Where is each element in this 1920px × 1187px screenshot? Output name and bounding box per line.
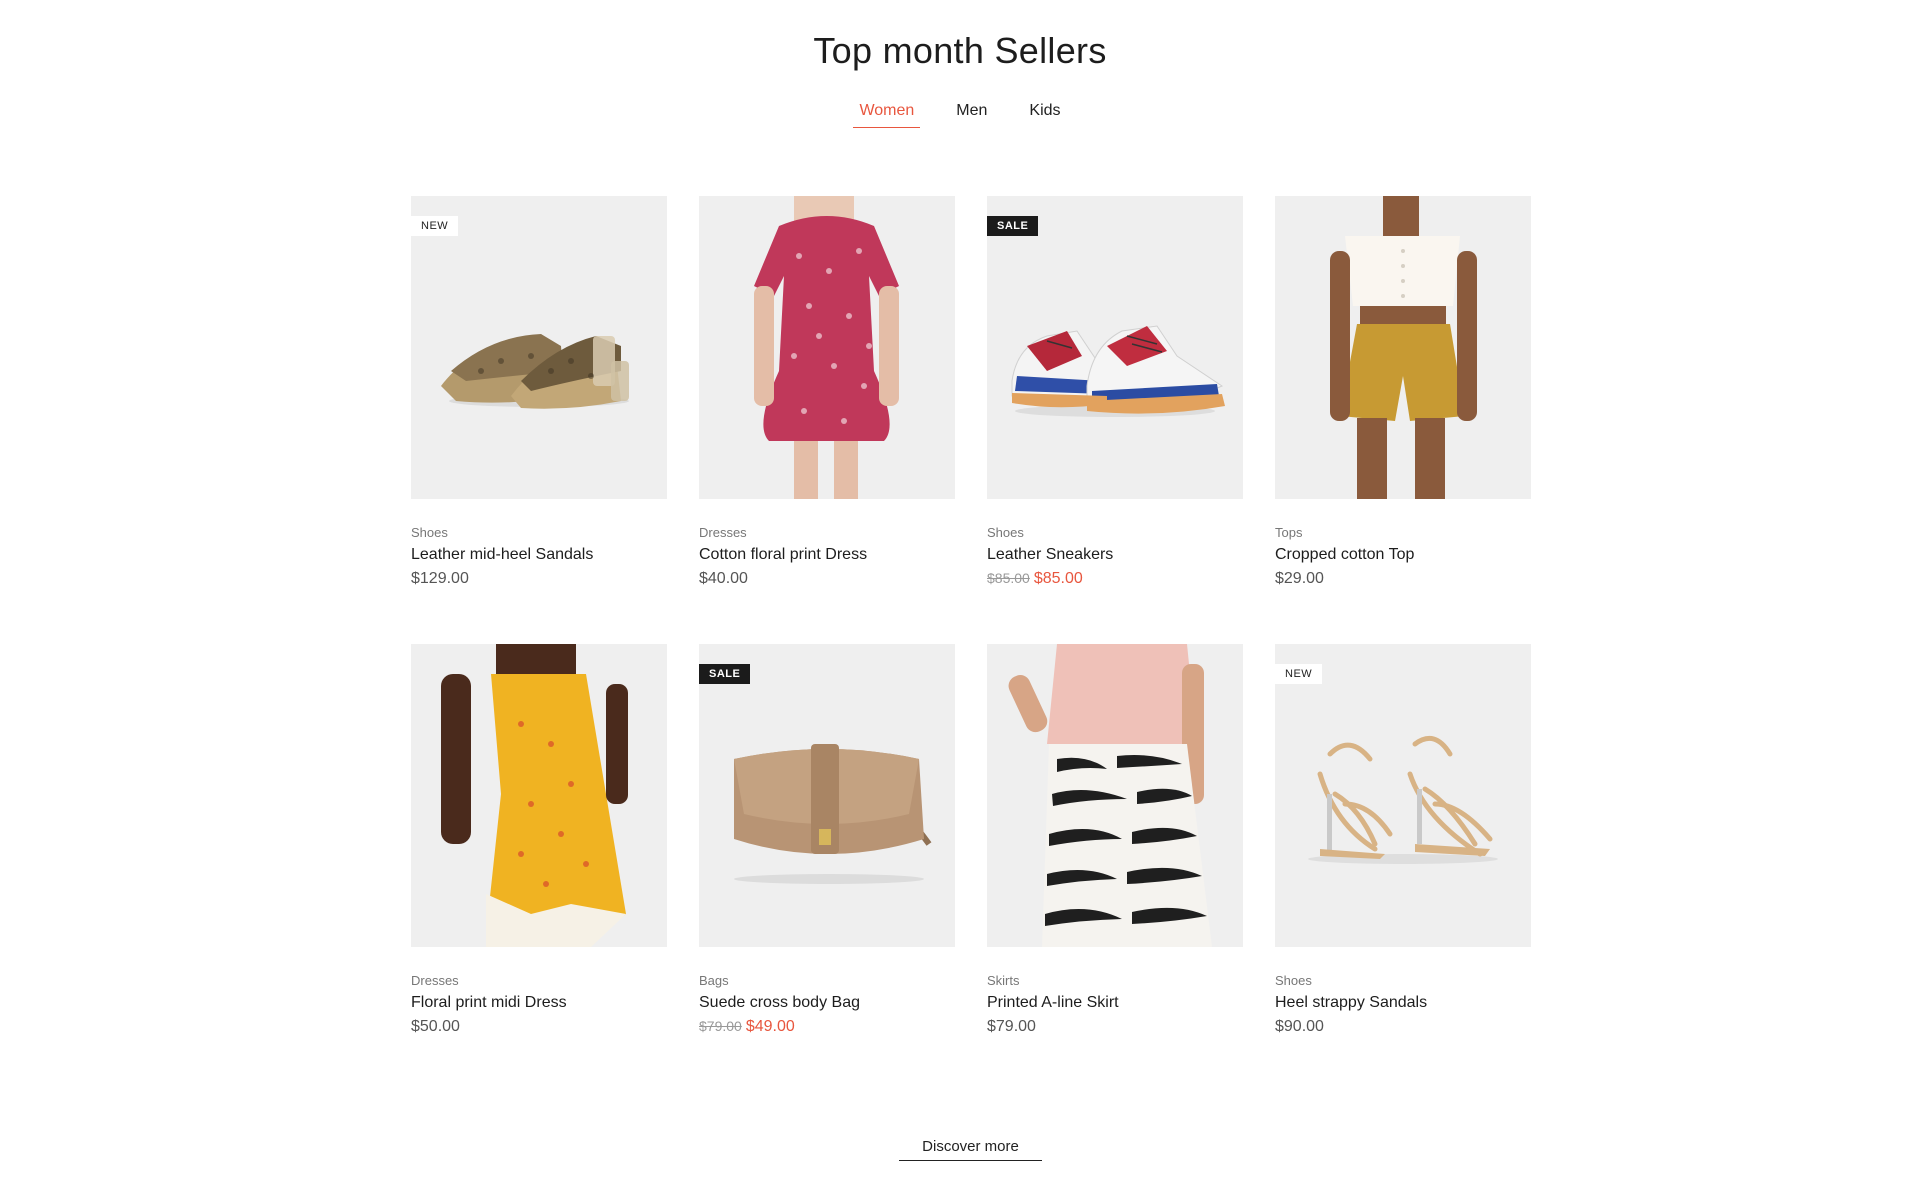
page-title: Top month Sellers — [813, 30, 1107, 71]
tab-kids[interactable]: Kids — [1023, 100, 1066, 130]
product-price: $79.00 $49.00 — [699, 1018, 955, 1036]
product-card[interactable]: Dresses Floral print midi Dress $50.00 — [411, 644, 667, 1036]
product-image[interactable]: NEW — [1275, 644, 1531, 947]
discover-more-link[interactable]: Discover more — [899, 1138, 1042, 1161]
product-name[interactable]: Cropped cotton Top — [1275, 546, 1531, 564]
product-image[interactable] — [987, 644, 1243, 947]
snakeskin-mules-image — [441, 334, 629, 409]
product-card[interactable]: SALE Bags Suede cross body Bag $79.00 $49… — [699, 644, 955, 1036]
product-category: Shoes — [1275, 973, 1312, 988]
sneakers-image — [1011, 325, 1225, 417]
strappy-sandals-image — [1308, 735, 1498, 864]
product-name[interactable]: Leather mid-heel Sandals — [411, 546, 667, 564]
product-card[interactable]: Skirts Printed A-line Skirt $79.00 — [987, 644, 1243, 1036]
product-image[interactable] — [411, 644, 667, 947]
sale-badge: SALE — [987, 216, 1039, 236]
yellow-dress-image — [441, 644, 628, 947]
product-card[interactable]: Dresses Cotton floral print Dress $40.00 — [699, 196, 955, 588]
product-image[interactable]: NEW — [411, 196, 667, 499]
product-price: $85.00 $85.00 — [987, 570, 1243, 588]
sale-price: $85.00 — [1033, 570, 1083, 587]
product-price: $90.00 — [1275, 1018, 1324, 1035]
product-category: Shoes — [987, 525, 1024, 540]
product-image[interactable]: SALE — [987, 196, 1243, 499]
zebra-skirt-image — [1008, 644, 1212, 947]
product-category: Skirts — [987, 973, 1020, 988]
crossbody-bag-image — [734, 744, 932, 884]
product-category: Dresses — [411, 973, 459, 988]
product-card[interactable]: NEW Shoes Heel strappy Sandals $90.00 — [1275, 644, 1531, 1036]
product-category: Dresses — [699, 525, 747, 540]
product-name[interactable]: Leather Sneakers — [987, 546, 1243, 564]
product-price: $79.00 — [987, 1018, 1036, 1035]
product-category: Tops — [1275, 525, 1303, 540]
product-card[interactable]: Tops Cropped cotton Top $29.00 — [1275, 196, 1531, 588]
sale-price: $49.00 — [745, 1018, 795, 1035]
product-grid: NEW Shoes Leather mid-heel Sandals $129.… — [411, 196, 1533, 1036]
sale-badge: SALE — [699, 664, 751, 684]
product-name[interactable]: Floral print midi Dress — [411, 994, 667, 1012]
product-name[interactable]: Printed A-line Skirt — [987, 994, 1243, 1012]
category-tabs: Women Men Kids — [0, 100, 1920, 130]
product-price: $29.00 — [1275, 570, 1324, 587]
old-price: $85.00 — [987, 570, 1030, 586]
product-name[interactable]: Cotton floral print Dress — [699, 546, 955, 564]
floral-dress-image — [754, 196, 899, 499]
new-badge: NEW — [1275, 664, 1323, 684]
product-image[interactable] — [699, 196, 955, 499]
cropped-top-image — [1330, 196, 1477, 499]
product-price: $50.00 — [411, 1018, 460, 1035]
product-image[interactable] — [1275, 196, 1531, 499]
product-name[interactable]: Suede cross body Bag — [699, 994, 955, 1012]
product-price: $40.00 — [699, 570, 748, 587]
product-price: $129.00 — [411, 570, 469, 587]
old-price: $79.00 — [699, 1018, 742, 1034]
product-category: Bags — [699, 973, 729, 988]
product-image[interactable]: SALE — [699, 644, 955, 947]
tab-men[interactable]: Men — [950, 100, 993, 130]
product-name[interactable]: Heel strappy Sandals — [1275, 994, 1531, 1012]
product-category: Shoes — [411, 525, 448, 540]
product-card[interactable]: NEW Shoes Leather mid-heel Sandals $129.… — [411, 196, 667, 588]
tab-women[interactable]: Women — [853, 100, 921, 130]
new-badge: NEW — [411, 216, 459, 236]
product-card[interactable]: SALE Shoes Leather Sneakers $85.00 $85.00 — [987, 196, 1243, 588]
